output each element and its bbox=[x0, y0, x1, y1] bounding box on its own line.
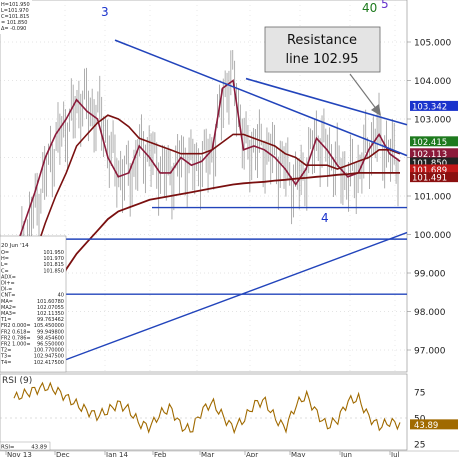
data-window-value: 101.970 bbox=[43, 256, 64, 262]
data-window-key: DI-= bbox=[1, 287, 12, 293]
price-axis-label: 98.000 bbox=[414, 308, 446, 318]
annotation-line-2: line 102.95 bbox=[285, 52, 358, 67]
data-window-value: 101.850 bbox=[43, 268, 64, 274]
data-window-key: H= bbox=[1, 256, 9, 262]
data-window-value: 102.947500 bbox=[34, 354, 64, 360]
price-axis-label: 105.000 bbox=[414, 39, 451, 49]
top-left-readout: H=101.950 L=101.970 C=101.815 = 101.850 … bbox=[0, 0, 32, 34]
price-axis-label: 97.000 bbox=[414, 347, 446, 357]
price-axis: 105.000104.000103.000102.000101.000100.0… bbox=[407, 39, 451, 357]
data-window-value: 102.11350 bbox=[37, 311, 64, 317]
data-window-key: FR2 1.000= bbox=[1, 342, 31, 348]
x-axis-label: Jun bbox=[340, 451, 352, 457]
price-badge-label: 102.415 bbox=[412, 138, 447, 148]
price-badge-label: 101.491 bbox=[412, 174, 447, 184]
data-window-key: DI+= bbox=[1, 281, 15, 287]
data-window-value: 99.949800 bbox=[37, 329, 64, 335]
price-axis-label: 104.000 bbox=[414, 77, 451, 87]
price-badge-label: 103.342 bbox=[412, 102, 447, 112]
rsi-title: RSI (9) bbox=[2, 376, 32, 386]
data-window-key: T2= bbox=[0, 348, 11, 354]
data-window: 20 Jun '14 O= 101.950 H= 101.970 L= 101.815 C=… bbox=[0, 235, 67, 373]
data-window-key: T1= bbox=[0, 317, 11, 323]
rsi-axis-label: 25 bbox=[414, 441, 425, 451]
data-window-key: MA2= bbox=[1, 305, 16, 311]
wave-label-4: 4 bbox=[321, 211, 329, 225]
wave-label-40: 40 bbox=[362, 1, 377, 15]
x-axis-label: May bbox=[291, 451, 305, 457]
wave-label-3: 3 bbox=[101, 5, 109, 19]
data-window-value: 100.770000 bbox=[34, 348, 64, 354]
data-window-key: MA3= bbox=[1, 311, 16, 317]
data-window-value: 101.60780 bbox=[37, 299, 64, 305]
rsi-plot-area bbox=[0, 373, 408, 451]
price-axis-label: 103.000 bbox=[414, 116, 451, 126]
data-window-value: 102.07055 bbox=[37, 305, 64, 311]
price-axis-label: 100.000 bbox=[414, 231, 451, 241]
x-axis-label: Jan 14 bbox=[105, 451, 128, 457]
price-axis-label: 101.000 bbox=[414, 193, 451, 203]
rsi-axis-label: 75 bbox=[414, 389, 425, 399]
data-window-key: MA= bbox=[1, 299, 13, 305]
x-axis-label: Apr bbox=[246, 451, 258, 457]
price-badges: 103.342102.415102.113101.850101.689101.4… bbox=[410, 100, 458, 431]
x-axis-label: Jul bbox=[390, 451, 400, 457]
data-window-key: FR2 0.786= bbox=[1, 335, 31, 341]
x-axis-label: Nov 13 bbox=[7, 451, 32, 457]
data-window-key: T3= bbox=[0, 354, 11, 360]
rsi-readout-value: 43.89 bbox=[31, 445, 47, 451]
data-window-key: C= bbox=[1, 268, 9, 274]
data-window-value: 40 bbox=[58, 293, 64, 299]
data-window-key: O= bbox=[1, 250, 9, 256]
data-window-value: 101.815 bbox=[43, 262, 64, 268]
data-window-value: 102.417500 bbox=[34, 360, 64, 366]
data-window-key: FR2 0.000= bbox=[1, 323, 31, 329]
price-axis-label: 99.000 bbox=[414, 270, 446, 280]
data-window-value: 101.950 bbox=[43, 250, 64, 256]
rsi-readout-label: RSI= bbox=[1, 445, 15, 451]
data-window-value: 98.454600 bbox=[37, 335, 64, 341]
data-window-key: T4= bbox=[0, 360, 11, 366]
data-window-value: 99.763462 bbox=[37, 317, 64, 323]
x-axis-label: Dec bbox=[56, 451, 70, 457]
data-window-key: ADX= bbox=[1, 274, 16, 280]
rsi-badge-label: 43.89 bbox=[414, 421, 438, 431]
top-left-line: Δ= -0.090 bbox=[1, 26, 26, 32]
x-axis-labels: Nov 13 Dec Jan 14 Feb Mar Apr May Jun Jul bbox=[5, 451, 400, 457]
chart-canvas: 105.000104.000103.000102.000101.000100.0… bbox=[0, 0, 459, 457]
x-axis-label: Mar bbox=[201, 451, 214, 457]
wave-label-5: 5 bbox=[381, 0, 389, 11]
annotation-line-1: Resistance bbox=[287, 33, 357, 48]
data-window-value: 105.450000 bbox=[34, 323, 64, 329]
data-window-date: 20 Jun '14 bbox=[1, 243, 29, 249]
x-axis-label: Feb bbox=[154, 451, 167, 457]
data-window-key: CNT= bbox=[1, 293, 15, 299]
data-window-key: L= bbox=[1, 262, 8, 268]
data-window-key: FR2 0.618= bbox=[1, 329, 31, 335]
data-window-value: 96.550000 bbox=[37, 342, 64, 348]
